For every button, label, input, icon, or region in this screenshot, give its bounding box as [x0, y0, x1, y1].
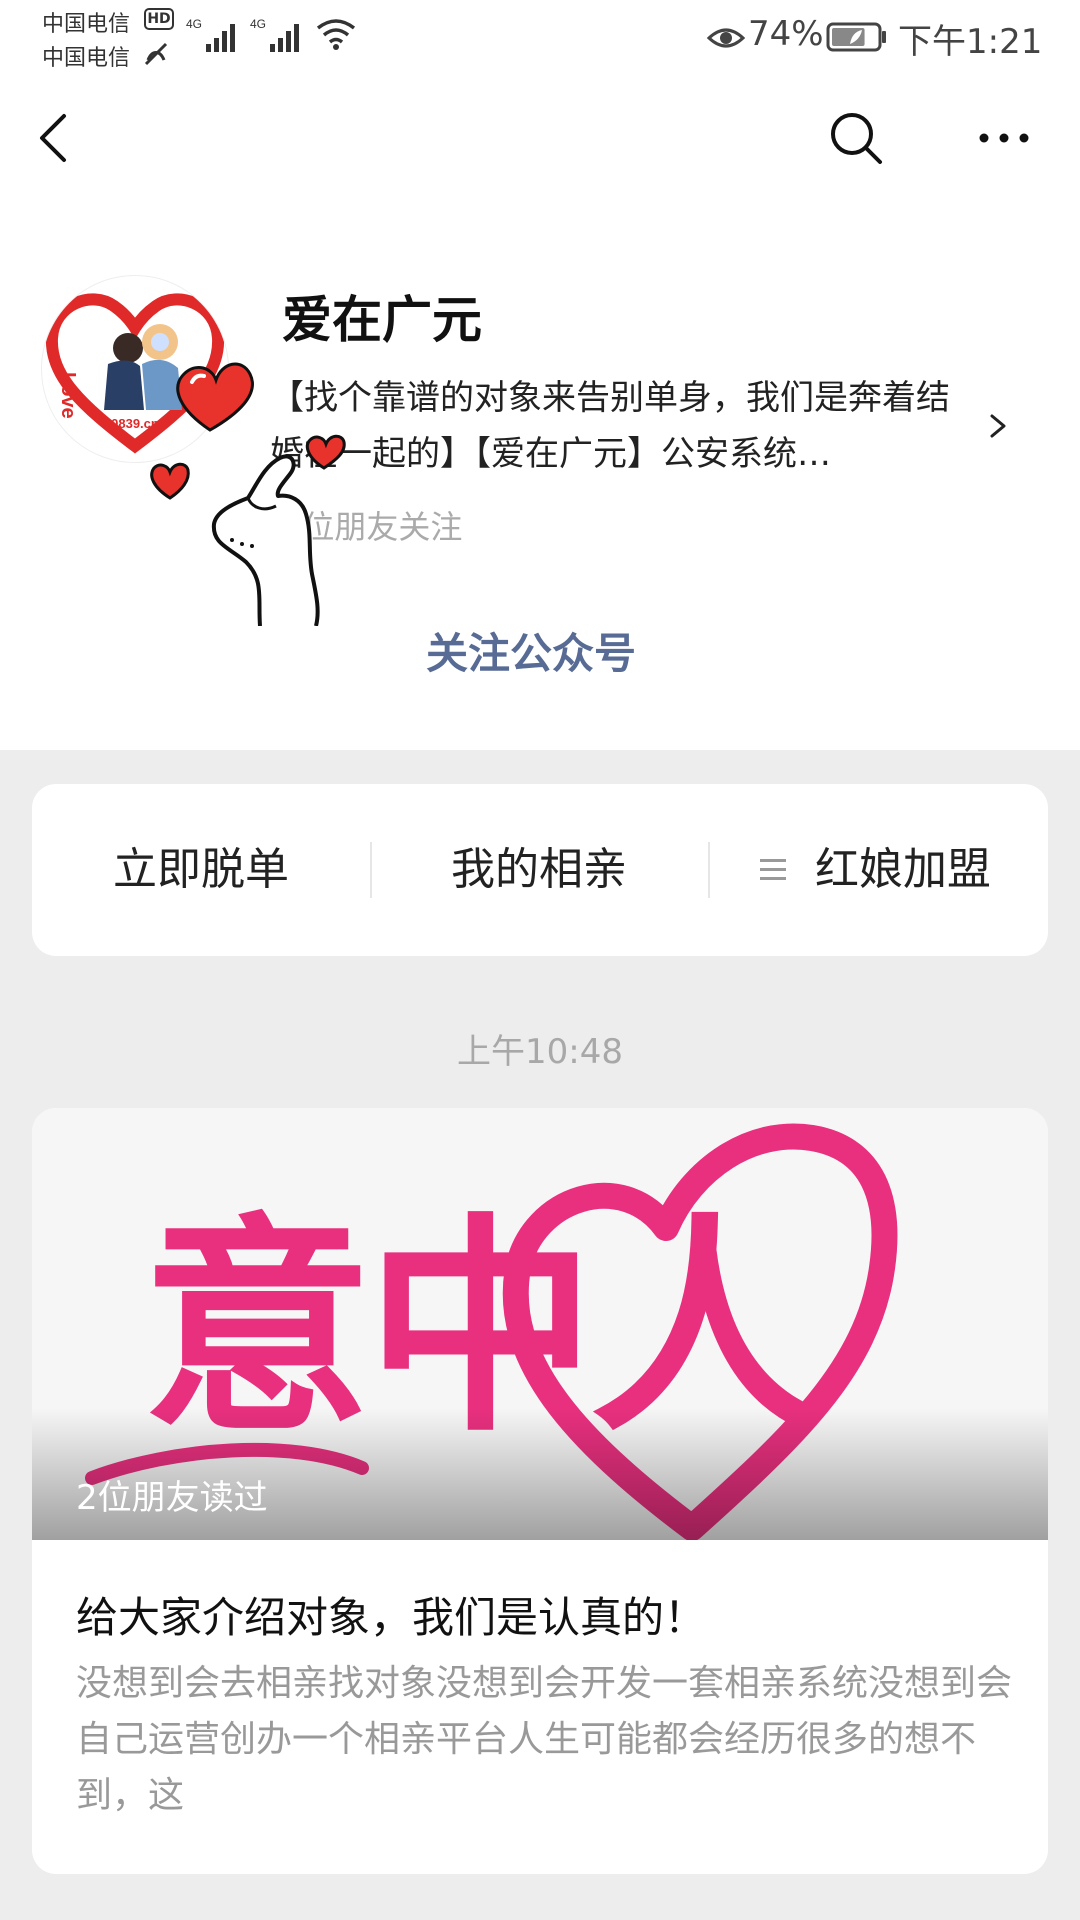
finger-heart-sticker [150, 362, 346, 626]
article-title[interactable]: 给大家介绍对象，我们是认真的！ [76, 1584, 1006, 1645]
back-button[interactable] [30, 108, 80, 168]
eye-icon [706, 28, 746, 48]
heart-icon-right [305, 434, 346, 470]
avatar-text-love: Love [57, 372, 79, 419]
friends-read-count: 2位朋友读过 [76, 1478, 268, 1518]
network-label-1: 4G [186, 17, 202, 31]
signal-icon-2: 4G [250, 17, 299, 52]
follow-button[interactable]: 关注公众号 [426, 620, 636, 681]
carrier-2: 中国电信 [42, 46, 131, 71]
no-call-icon [144, 42, 168, 66]
hd-badge: HD [144, 8, 174, 30]
search-icon [831, 113, 882, 164]
chevron-left-icon [40, 114, 66, 162]
article-cover-image[interactable]: 意中人 2位朋友读过 [32, 1108, 1048, 1541]
status-bar: 中国电信 中国电信 HD 4G 4G 74% 下午1:21 [0, 0, 1080, 80]
menu-item-label: 我的相亲 [451, 844, 627, 895]
hand-icon [211, 454, 320, 626]
ellipsis-icon [979, 133, 1029, 143]
chevron-right-icon[interactable] [986, 406, 1010, 446]
battery-icon [826, 22, 886, 52]
battery-percent: 74% [748, 14, 824, 54]
nav-bar [0, 80, 1080, 196]
more-button[interactable] [974, 108, 1034, 168]
message-timestamp: 上午10:48 [457, 1032, 623, 1072]
menu-item-get-partner[interactable]: 立即脱单 [32, 784, 370, 956]
menu-item-label: 红娘加盟 [815, 844, 991, 895]
article-summary: 没想到会去相亲找对象没想到会开发一套相亲系统没想到会自己运营创办一个相亲平台人生… [76, 1663, 1013, 1816]
wifi-icon [316, 19, 356, 50]
signal-icon-1: 4G [186, 17, 235, 52]
carrier-1: 中国电信 [42, 12, 131, 37]
menu-card: 立即脱单 我的相亲 红娘加盟 [32, 784, 1048, 956]
page: 中国电信 中国电信 HD 4G 4G 74% 下午1:21 Love 0839.… [0, 0, 1080, 1920]
menu-item-my-dates[interactable]: 我的相亲 [370, 784, 708, 956]
search-button[interactable] [826, 108, 886, 168]
article-card[interactable]: 意中人 2位朋友读过 给大家介绍对象，我们是认真的！ 没想到会去相亲找对象没想到… [32, 1108, 1048, 1874]
heart-icon-left [150, 462, 190, 500]
clock: 下午1:21 [898, 22, 1043, 62]
menu-item-label: 立即脱单 [113, 844, 289, 895]
account-name: 爱在广元 [282, 291, 482, 349]
list-icon [760, 859, 786, 880]
heart-icon-large [176, 362, 254, 432]
network-label-2: 4G [250, 17, 266, 31]
